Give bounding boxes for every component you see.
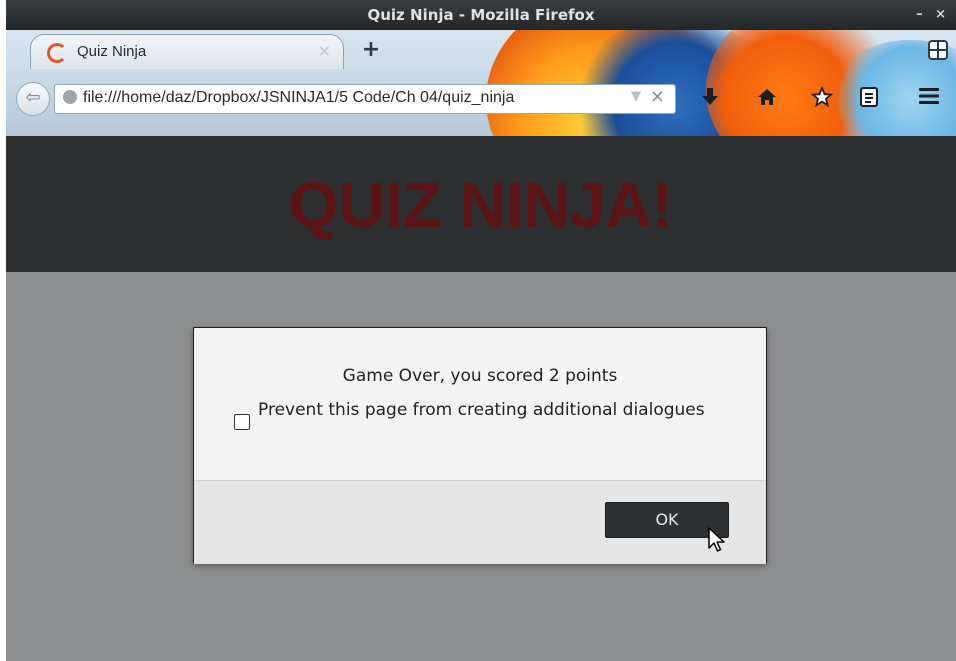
new-tab-button[interactable]: + (358, 38, 384, 62)
tabs-grid-icon[interactable] (928, 40, 948, 65)
dialog-footer: OK (194, 480, 766, 564)
url-clear-icon[interactable]: ✕ (650, 87, 665, 108)
prevent-dialogs-checkbox[interactable] (234, 414, 250, 430)
window-title: Quiz Ninja - Mozilla Firefox (367, 6, 595, 24)
alert-dialog: Game Over, you scored 2 points Prevent t… (193, 327, 767, 564)
home-icon[interactable] (756, 86, 778, 113)
page-header: QUIZ NINJA! (6, 136, 956, 272)
mouse-cursor-icon (708, 527, 725, 552)
tab-title: Quiz Ninja (77, 43, 147, 60)
tab-quiz-ninja[interactable]: Quiz Ninja × (30, 34, 344, 69)
page-title: QUIZ NINJA! (289, 169, 673, 241)
menu-icon[interactable] (918, 86, 940, 111)
tab-close-icon[interactable]: × (318, 41, 331, 60)
url-text[interactable]: file:///home/daz/Dropbox/JSNINJA1/5 Code… (83, 89, 623, 107)
prevent-dialogs-label[interactable]: Prevent this page from creating addition… (258, 400, 728, 421)
bookmark-star-icon[interactable] (810, 85, 834, 113)
nav-bar: ⇦ file:///home/daz/Dropbox/JSNINJA1/5 Co… (6, 72, 956, 136)
dialog-message: Game Over, you scored 2 points (342, 366, 618, 386)
globe-icon (63, 90, 77, 104)
url-bar[interactable]: file:///home/daz/Dropbox/JSNINJA1/5 Code… (54, 84, 676, 114)
url-dropdown-icon[interactable]: ▼ (631, 89, 641, 104)
back-icon[interactable]: ⇦ (16, 82, 50, 116)
page-loading-icon (47, 43, 67, 63)
browser-chrome: Quiz Ninja × + ⇦ file:///home/daz/Dropbo… (6, 30, 956, 136)
reader-icon[interactable] (858, 86, 880, 113)
window-titlebar: Quiz Ninja - Mozilla Firefox – × (6, 0, 956, 30)
window-controls[interactable]: – × (916, 0, 950, 30)
download-icon[interactable] (700, 86, 720, 113)
